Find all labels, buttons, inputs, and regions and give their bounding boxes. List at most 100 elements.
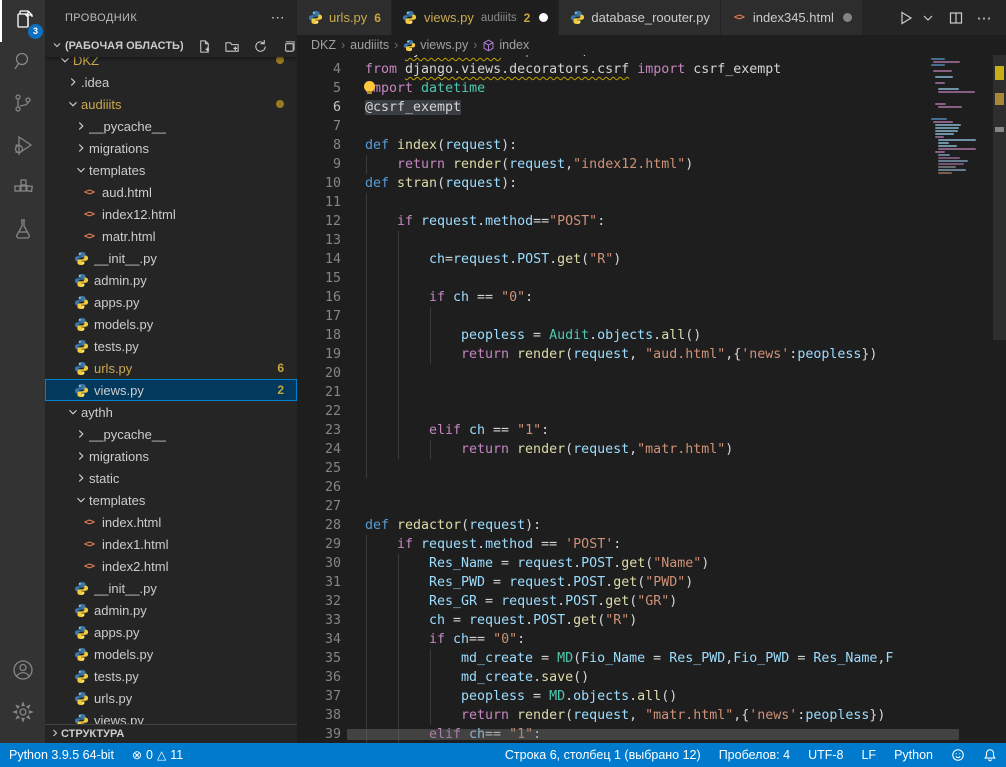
line-number: 16	[297, 288, 341, 307]
split-editor-icon[interactable]	[946, 8, 966, 28]
cursor-position-status[interactable]: Строка 6, столбец 1 (выбрано 12)	[496, 743, 710, 767]
activity-explorer-icon[interactable]: 3	[0, 0, 47, 42]
tab-views.py[interactable]: views.pyaudiiits2	[392, 0, 559, 35]
activity-search-icon[interactable]	[0, 42, 45, 84]
tree-item-__pycache__[interactable]: __pycache__	[45, 115, 297, 137]
line-number: 20	[297, 364, 341, 383]
python-file-icon	[402, 10, 418, 26]
activity-run-debug-icon[interactable]	[0, 126, 45, 168]
tree-item-aud.html[interactable]: <>aud.html	[45, 181, 297, 203]
tree-item-views.py[interactable]: views.py2	[45, 379, 297, 401]
language-mode-status[interactable]: Python	[885, 743, 942, 767]
notifications-bell-icon[interactable]	[974, 743, 1006, 767]
code-line-28: 28def redactor(request):	[297, 516, 928, 535]
tree-item-label: urls.py	[94, 691, 132, 706]
tree-item-aythh[interactable]: aythh	[45, 401, 297, 423]
tree-item-migrations[interactable]: migrations	[45, 445, 297, 467]
chevron-right-icon	[49, 727, 61, 742]
activity-testing-icon[interactable]	[0, 210, 45, 252]
python-file-icon	[403, 39, 416, 52]
tree-item-label: __pycache__	[89, 119, 166, 134]
tree-item-DKZ[interactable]: DKZ	[45, 57, 297, 71]
python-file-icon	[73, 690, 89, 706]
more-actions-icon[interactable]: ⋯	[974, 8, 994, 28]
tree-item-__init__.py[interactable]: __init__.py	[45, 577, 297, 599]
breadcrumb-item-audiiits[interactable]: audiiits	[350, 38, 389, 52]
activity-account-icon[interactable]	[0, 651, 45, 693]
tree-item-__pycache__[interactable]: __pycache__	[45, 423, 297, 445]
tree-item-tests.py[interactable]: tests.py	[45, 665, 297, 687]
indentation-status[interactable]: Пробелов: 4	[710, 743, 799, 767]
run-debug-icon	[11, 133, 35, 162]
run-python-file-icon[interactable]	[896, 8, 916, 28]
tree-item-urls.py[interactable]: urls.py	[45, 687, 297, 709]
tree-item-.idea[interactable]: .idea	[45, 71, 297, 93]
line-number: 32	[297, 592, 341, 611]
activity-settings-gear-icon[interactable]	[0, 693, 45, 735]
collapse-folders-icon[interactable]	[281, 39, 296, 54]
tree-item-index2.html[interactable]: <>index2.html	[45, 555, 297, 577]
line-number: 36	[297, 668, 341, 687]
breadcrumb-item-DKZ[interactable]: DKZ	[311, 38, 336, 52]
code-line-16: 16if ch == "0":	[297, 288, 928, 307]
line-number: 24	[297, 440, 341, 459]
status-bar: Python 3.9.5 64-bit ⊗ 0 △ 11 Строка 6, с…	[0, 743, 1006, 767]
code-line-7: 7	[297, 117, 928, 136]
code-line-19: 19return render(request, "aud.html",{'ne…	[297, 345, 928, 364]
activity-source-control-icon[interactable]	[0, 84, 45, 126]
tab-urls.py[interactable]: urls.py6	[297, 0, 392, 35]
feedback-icon[interactable]	[942, 743, 974, 767]
run-dropdown-icon[interactable]	[918, 8, 938, 28]
activity-extensions-icon[interactable]	[0, 168, 45, 210]
python-interpreter-status[interactable]: Python 3.9.5 64-bit	[0, 743, 123, 767]
tree-item-admin.py[interactable]: admin.py	[45, 269, 297, 291]
tree-item-apps.py[interactable]: apps.py	[45, 621, 297, 643]
line-number: 37	[297, 687, 341, 706]
modified-dot-icon[interactable]	[539, 13, 548, 22]
breadcrumb-item-views.py[interactable]: views.py	[403, 38, 468, 52]
line-number: 11	[297, 193, 341, 212]
workspace-section-header[interactable]: (РАБОЧАЯ ОБЛАСТЬ) ...	[45, 35, 297, 57]
tree-item-label: static	[89, 471, 119, 486]
chevron-down-icon	[65, 404, 81, 420]
code-line-33: 33ch = request.POST.get("R")	[297, 611, 928, 630]
tab-index345.html[interactable]: <>index345.html	[721, 0, 863, 35]
tree-item-matr.html[interactable]: <>matr.html	[45, 225, 297, 247]
tree-item-admin.py[interactable]: admin.py	[45, 599, 297, 621]
outline-section-header[interactable]: СТРУКТУРА	[45, 724, 297, 743]
new-folder-icon[interactable]	[225, 39, 240, 54]
tab-problems-badge: 6	[374, 11, 381, 25]
eol-status[interactable]: LF	[852, 743, 885, 767]
tree-item-static[interactable]: static	[45, 467, 297, 489]
tree-item-apps.py[interactable]: apps.py	[45, 291, 297, 313]
encoding-status[interactable]: UTF-8	[799, 743, 852, 767]
modified-dot-icon[interactable]	[843, 13, 852, 22]
new-file-icon[interactable]	[197, 39, 212, 54]
code-editor[interactable]: 3from aythh.models import MD,Audit4from …	[297, 35, 928, 743]
tree-item-tests.py[interactable]: tests.py	[45, 335, 297, 357]
tree-item-index.html[interactable]: <>index.html	[45, 511, 297, 533]
tab-database_roouter.py[interactable]: database_roouter.py	[559, 0, 721, 35]
tree-item-models.py[interactable]: models.py	[45, 313, 297, 335]
breadcrumb-item-index[interactable]: index	[482, 38, 529, 52]
horizontal-scrollbar[interactable]	[347, 729, 959, 740]
tree-item-__init__.py[interactable]: __init__.py	[45, 247, 297, 269]
sidebar-more-icon[interactable]: ⋯	[271, 9, 285, 26]
tree-item-models.py[interactable]: models.py	[45, 643, 297, 665]
lightbulb-icon[interactable]	[363, 81, 377, 95]
vertical-scrollbar[interactable]	[993, 40, 1006, 340]
tree-item-templates[interactable]: templates	[45, 489, 297, 511]
tree-item-templates[interactable]: templates	[45, 159, 297, 181]
minimap[interactable]	[928, 35, 993, 743]
tree-item-index1.html[interactable]: <>index1.html	[45, 533, 297, 555]
problems-status[interactable]: ⊗ 0 △ 11	[123, 743, 192, 767]
python-file-icon	[73, 250, 89, 266]
tree-item-urls.py[interactable]: urls.py6	[45, 357, 297, 379]
tree-item-index12.html[interactable]: <>index12.html	[45, 203, 297, 225]
tree-item-audiiits[interactable]: audiiits	[45, 93, 297, 115]
refresh-icon[interactable]	[253, 39, 268, 54]
line-number: 12	[297, 212, 341, 231]
tree-item-views.py[interactable]: views.py	[45, 709, 297, 725]
code-line-4: 4from django.views.decorators.csrf impor…	[297, 60, 928, 79]
tree-item-migrations[interactable]: migrations	[45, 137, 297, 159]
